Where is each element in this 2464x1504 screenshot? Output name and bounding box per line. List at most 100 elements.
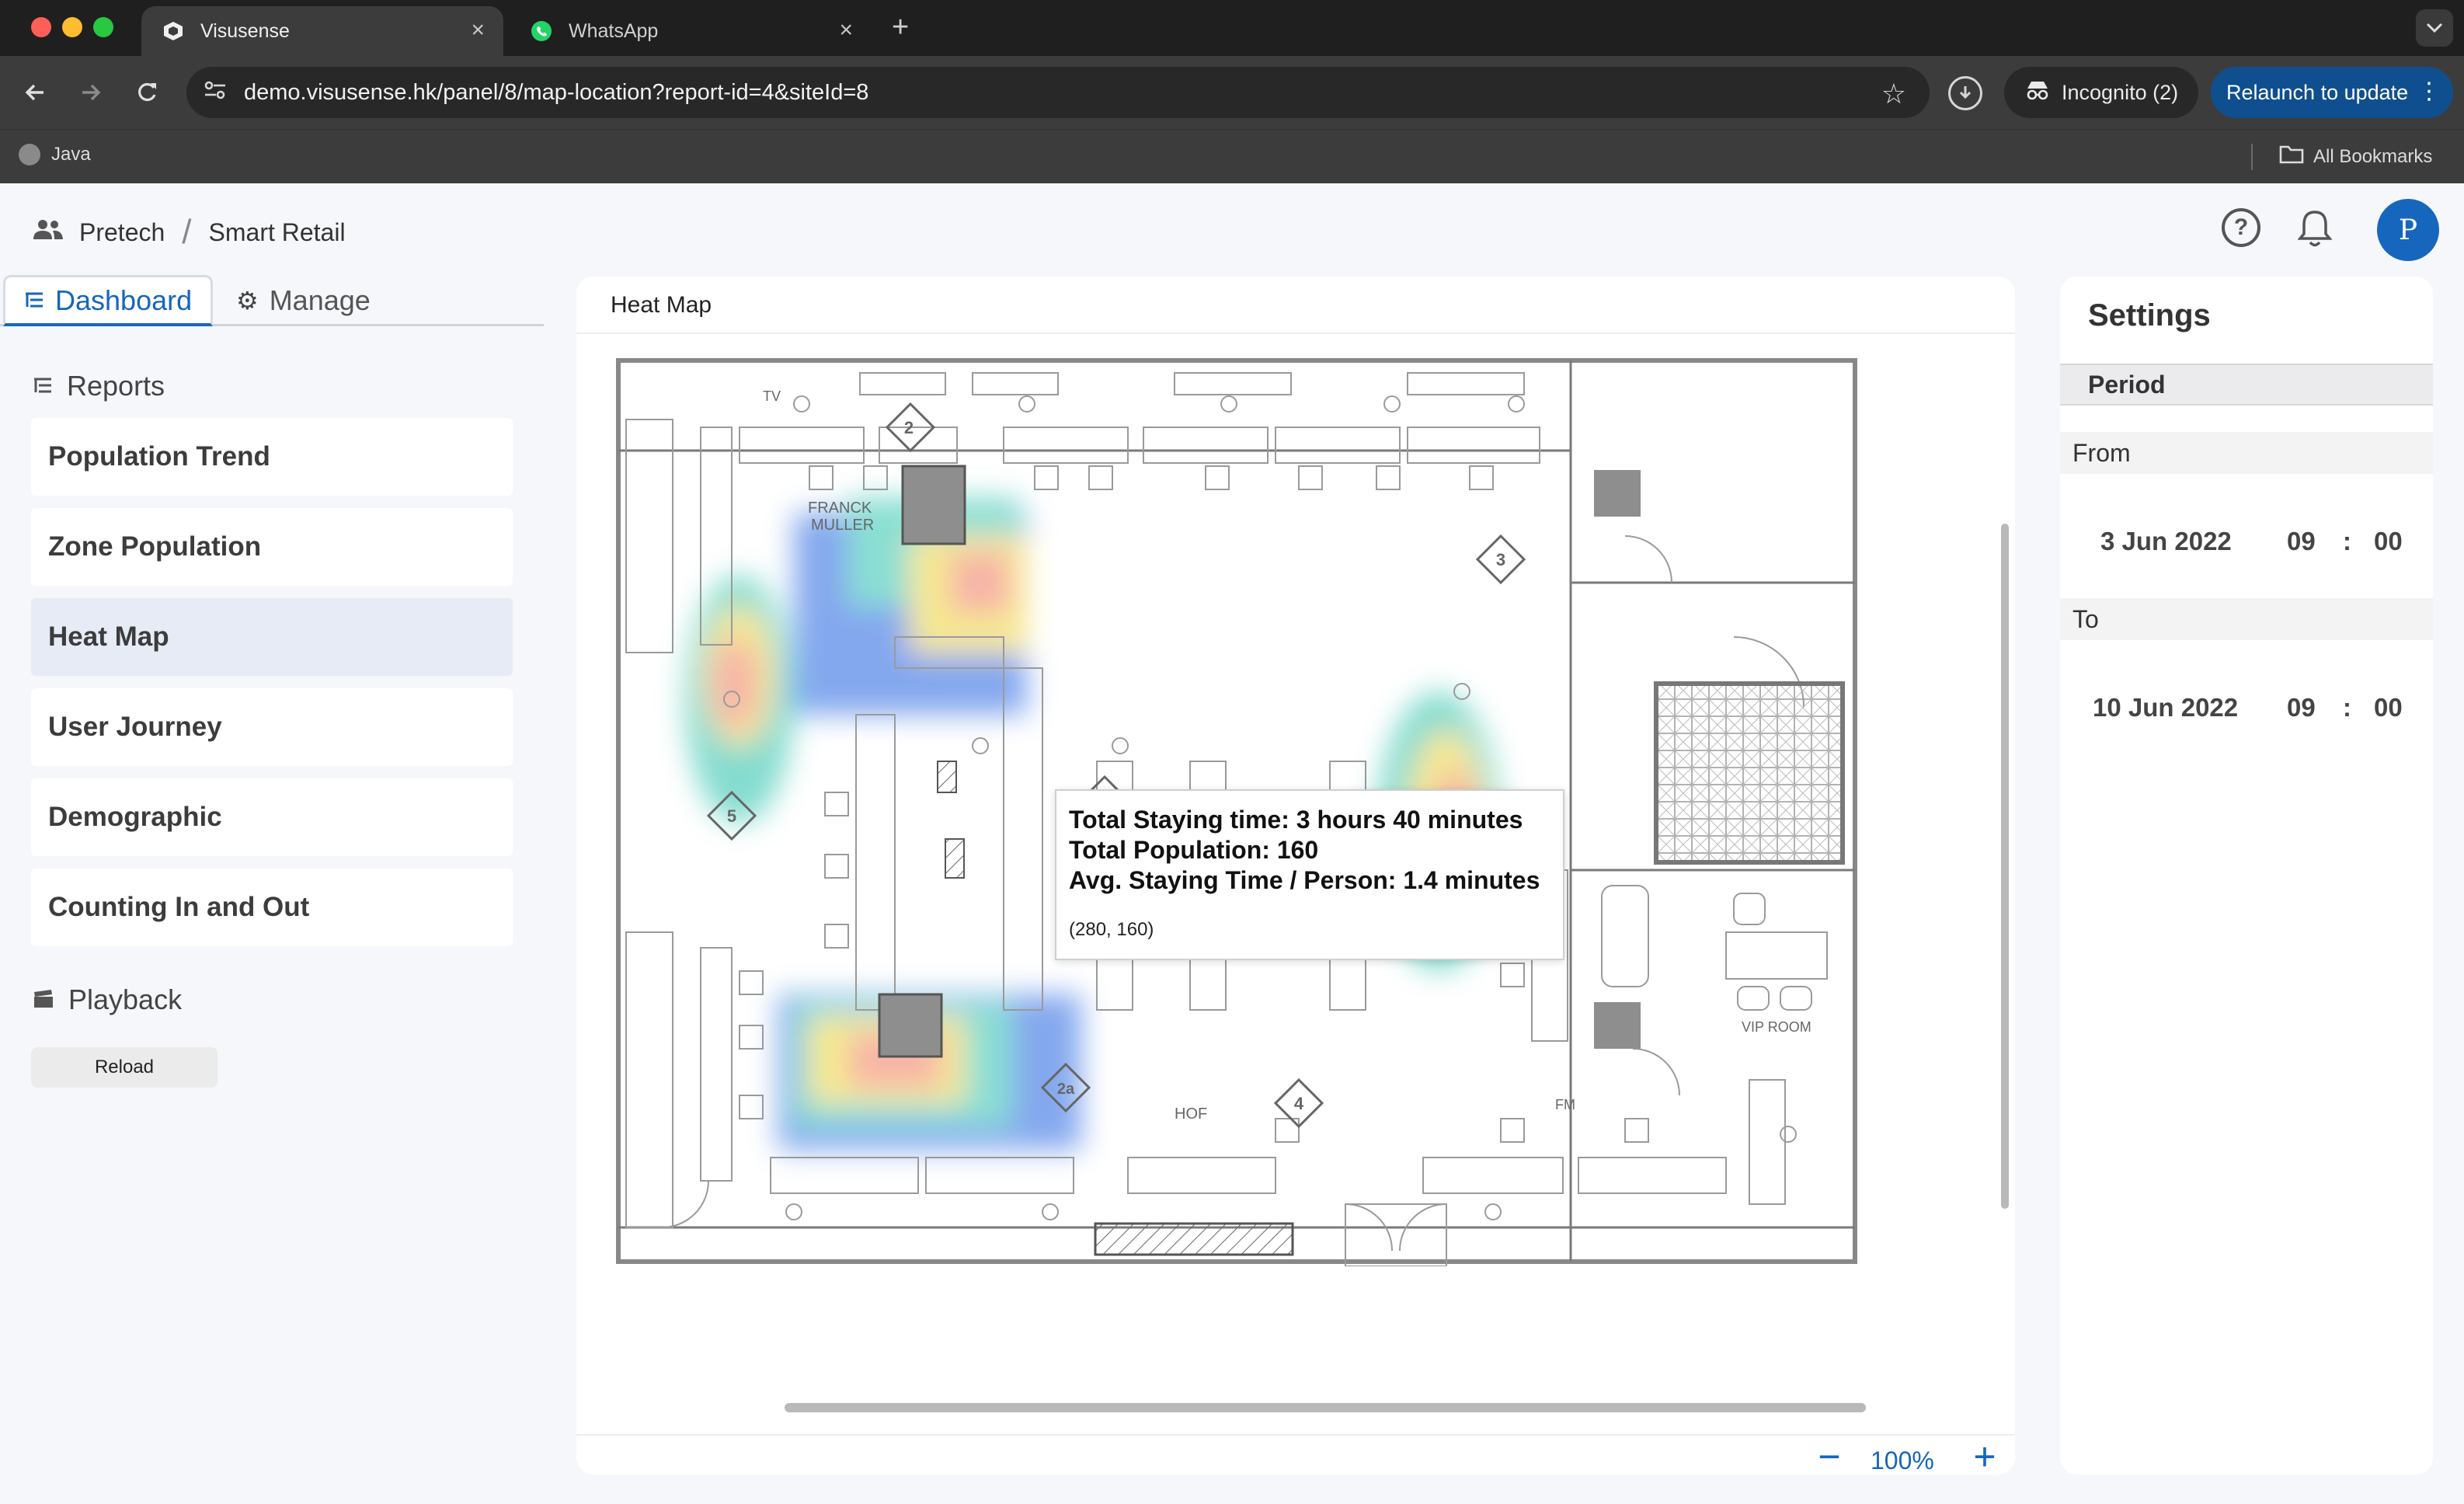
from-hour[interactable]: 09 <box>2287 527 2316 556</box>
svg-text:4: 4 <box>1294 1094 1304 1113</box>
tab-label: Manage <box>269 284 371 316</box>
globe-icon <box>19 144 40 165</box>
floorplan-brand-line1: FRANCK <box>808 500 872 517</box>
panel-footer-divider <box>576 1434 2015 1436</box>
visusense-favicon-icon <box>162 19 185 43</box>
reports-heading-label: Reports <box>67 370 165 402</box>
svg-text:3: 3 <box>1496 550 1505 569</box>
download-icon[interactable] <box>1948 76 1982 110</box>
tab-search-chevron-icon[interactable] <box>2416 9 2453 47</box>
floorplan-hof: HOF <box>1175 1105 1207 1123</box>
to-label: To <box>2060 598 2433 640</box>
more-options-icon[interactable]: ⋮ <box>2417 78 2441 105</box>
user-avatar[interactable]: P <box>2377 199 2439 261</box>
relaunch-label: Relaunch to update <box>2226 80 2409 104</box>
breadcrumb: Pretech / Smart Retail <box>33 213 346 252</box>
new-tab-button[interactable]: + <box>892 11 909 44</box>
tooltip-population: Total Population: 160 <box>1069 836 1319 864</box>
browser-toolbar: demo.visusense.hk/panel/8/map-location?r… <box>0 56 2464 129</box>
settings-panel: Settings Period From 3 Jun 2022 09 : 00 … <box>2060 277 2433 1474</box>
bookmark-java[interactable]: Java <box>19 144 91 165</box>
minimize-window-button[interactable] <box>62 17 82 37</box>
vertical-scrollbar[interactable] <box>2001 524 2009 1209</box>
horizontal-scrollbar[interactable] <box>785 1403 1866 1412</box>
forward-button[interactable] <box>73 75 109 110</box>
maximize-window-button[interactable] <box>93 17 113 37</box>
help-button[interactable]: ? <box>2222 208 2260 247</box>
tab-dashboard[interactable]: Dashboard <box>3 275 214 326</box>
time-separator: : <box>2343 527 2351 555</box>
heat-map-tooltip: Total Staying time: 3 hours 40 minutes T… <box>1055 789 1564 960</box>
bookmark-label: Java <box>51 144 91 165</box>
incognito-label: Incognito (2) <box>2062 80 2179 104</box>
svg-text:2: 2 <box>904 418 914 437</box>
breadcrumb-separator: / <box>182 213 192 251</box>
reports-heading: Reports <box>33 370 165 402</box>
svg-text:2a: 2a <box>1057 1081 1075 1098</box>
time-separator: : <box>2343 693 2351 722</box>
panel-divider <box>576 332 2015 334</box>
gear-icon: ⚙ <box>236 287 259 315</box>
period-heading: Period <box>2060 364 2433 406</box>
settings-title: Settings <box>2088 298 2211 332</box>
tab-title: Visusense <box>200 19 290 42</box>
bookmark-star-icon[interactable]: ☆ <box>1881 78 1906 110</box>
close-tab-icon[interactable]: × <box>839 17 853 44</box>
all-bookmarks-button[interactable]: All Bookmarks <box>2279 144 2432 169</box>
url-text[interactable]: demo.visusense.hk/panel/8/map-location?r… <box>244 80 868 106</box>
tooltip-avg-time: Avg. Staying Time / Person: 1.4 minutes <box>1069 866 1540 894</box>
zoom-in-button[interactable]: + <box>1965 1435 2004 1474</box>
zoom-level: 100% <box>1871 1447 1934 1474</box>
tab-manage[interactable]: ⚙ Manage <box>218 275 389 326</box>
whatsapp-favicon-icon <box>530 19 553 43</box>
sidebar-item-label: Counting In and Out <box>48 892 310 922</box>
sidebar-item-population-trend[interactable]: Population Trend <box>31 418 513 496</box>
svg-text:5: 5 <box>727 806 736 826</box>
sidebar-item-label: Demographic <box>48 802 222 832</box>
bookmarks-divider <box>2251 144 2253 170</box>
panel-title: Heat Map <box>611 292 712 318</box>
playback-heading-label: Playback <box>68 984 183 1015</box>
breadcrumb-organization[interactable]: Pretech <box>79 218 165 247</box>
zoom-out-button[interactable]: − <box>1810 1435 1849 1474</box>
to-hour[interactable]: 09 <box>2287 693 2316 722</box>
sidebar-item-zone-population[interactable]: Zone Population <box>31 508 513 586</box>
browser-tab-visusense[interactable]: Visusense × <box>141 6 503 56</box>
browser-tab-whatsapp[interactable]: WhatsApp × <box>510 6 872 56</box>
tab-title: WhatsApp <box>569 19 659 42</box>
browser-tab-bar: Visusense × WhatsApp × + <box>0 0 2464 56</box>
folder-icon <box>2279 144 2304 169</box>
from-date[interactable]: 3 Jun 2022 <box>2100 527 2232 556</box>
playback-heading: Playback <box>33 984 182 1016</box>
close-window-button[interactable] <box>31 17 51 37</box>
floorplan-tv: TV <box>763 388 781 404</box>
site-settings-icon[interactable] <box>204 80 235 106</box>
app-root: Pretech / Smart Retail ? P Dashboard ⚙ M… <box>0 183 2464 1504</box>
sidebar-item-demographic[interactable]: Demographic <box>31 778 513 856</box>
tooltip-coordinate: (280, 160) <box>1069 919 1154 940</box>
group-icon <box>33 218 65 247</box>
address-bar[interactable]: demo.visusense.hk/panel/8/map-location?r… <box>186 67 1930 118</box>
back-button[interactable] <box>17 75 53 110</box>
sidebar-item-label: Heat Map <box>48 621 169 652</box>
sidebar-item-label: Zone Population <box>48 531 262 562</box>
bookmarks-bar: Java All Bookmarks <box>0 129 2464 183</box>
tooltip-staying-time: Total Staying time: 3 hours 40 minutes <box>1069 806 1523 834</box>
sidebar-item-counting-in-out[interactable]: Counting In and Out <box>31 869 513 946</box>
incognito-button[interactable]: Incognito (2) <box>2004 67 2199 118</box>
floorplan-fm: FM <box>1555 1097 1575 1112</box>
to-date[interactable]: 10 Jun 2022 <box>2093 693 2238 722</box>
all-bookmarks-label: All Bookmarks <box>2313 145 2433 167</box>
close-tab-icon[interactable]: × <box>471 17 485 44</box>
breadcrumb-site[interactable]: Smart Retail <box>209 218 346 247</box>
relaunch-to-update-button[interactable]: Relaunch to update ⋮ <box>2211 67 2453 118</box>
floorplan-brand-line2: MULLER <box>811 517 874 534</box>
notification-bell-icon[interactable] <box>2293 207 2337 250</box>
to-minute[interactable]: 00 <box>2374 693 2403 722</box>
clapperboard-icon <box>33 984 54 1016</box>
reload-button[interactable]: Reload <box>31 1047 218 1088</box>
from-minute[interactable]: 00 <box>2374 527 2403 556</box>
sidebar-item-user-journey[interactable]: User Journey <box>31 688 513 766</box>
sidebar-item-heat-map[interactable]: Heat Map <box>31 598 513 676</box>
reload-page-button[interactable] <box>129 75 165 110</box>
